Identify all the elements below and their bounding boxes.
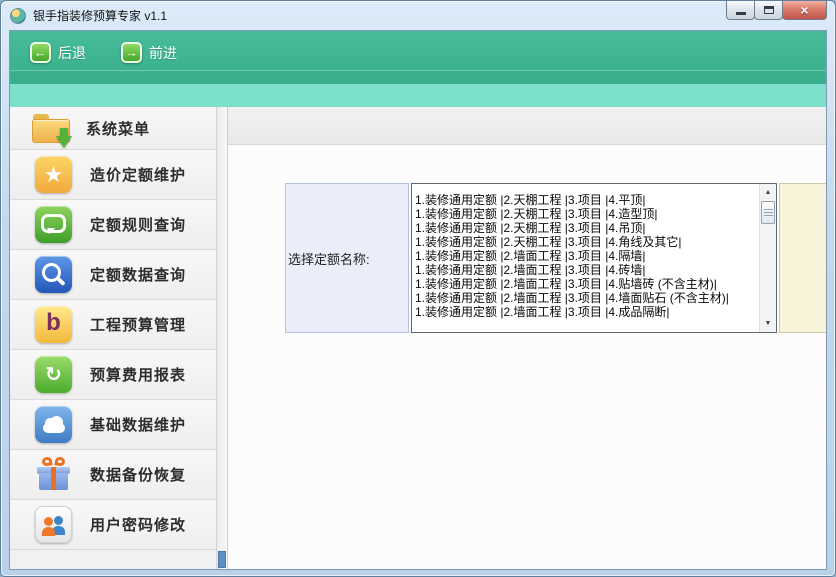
forward-button-label: 前进 (149, 43, 177, 63)
sidebar-item-project-budget[interactable]: b 工程预算管理 (10, 300, 216, 350)
scroll-down-button[interactable]: ▼ (760, 316, 776, 331)
close-button[interactable]: × (782, 1, 827, 20)
star-icon: ★ (35, 156, 72, 193)
titlebar: 银手指装修预算专家 v1.1 × (1, 1, 835, 30)
back-button[interactable]: ← 后退 (30, 42, 86, 63)
app-body: 系统菜单 ★ 造价定额维护 定额规则查询 定额数据查询 b 工程预算管理 (10, 107, 826, 569)
search-icon (35, 256, 72, 293)
app-client-area: ← 后退 → 前进 系统菜单 ★ 造价定额维护 (9, 30, 827, 570)
sidebar-item-backup-restore[interactable]: 数据备份恢复 (10, 450, 216, 500)
quota-name-label: 选择定额名称: (288, 249, 370, 268)
cream-side-panel (779, 183, 826, 333)
sidebar-header-system-menu[interactable]: 系统菜单 (10, 107, 216, 150)
list-item[interactable]: 1.装修通用定额 |2.墙面工程 |3.项目 |4.隔墙| (415, 249, 758, 263)
sidebar-header-label: 系统菜单 (86, 118, 150, 139)
quota-select-row: 选择定额名称: 1.装修通用定额 |2.天棚工程 |3.项目 |4.平顶| 1.… (285, 183, 826, 333)
sidebar-item-quota-maintenance[interactable]: ★ 造价定额维护 (10, 150, 216, 200)
sidebar-item-quota-data-query[interactable]: 定额数据查询 (10, 250, 216, 300)
list-item[interactable]: 1.装修通用定额 |2.墙面工程 |3.项目 |4.砖墙| (415, 263, 758, 277)
folder-icon (32, 112, 72, 145)
list-item[interactable]: 1.装修通用定额 |2.天棚工程 |3.项目 |4.造型顶| (415, 207, 758, 221)
back-arrow-icon: ← (30, 42, 51, 63)
field-label-cell: 选择定额名称: (285, 183, 409, 333)
sidebar-item-budget-report[interactable]: ↻ 预算费用报表 (10, 350, 216, 400)
window-controls: × (727, 1, 827, 20)
sidebar-menu: 系统菜单 ★ 造价定额维护 定额规则查询 定额数据查询 b 工程预算管理 (10, 107, 216, 569)
close-icon: × (800, 2, 808, 18)
teal-accent-bar (10, 84, 826, 107)
main-area: 选择定额名称: 1.装修通用定额 |2.天棚工程 |3.项目 |4.平顶| 1.… (227, 107, 826, 569)
list-item[interactable]: 1.装修通用定额 |2.墙面工程 |3.项目 |4.贴墙砖 (不含主材)| (415, 277, 758, 291)
quota-list: 1.装修通用定额 |2.天棚工程 |3.项目 |4.平顶| 1.装修通用定额 |… (412, 184, 759, 332)
sidebar-scrollbar[interactable] (216, 107, 227, 569)
sidebar-item-change-password[interactable]: 用户密码修改 (10, 500, 216, 550)
scroll-thumb[interactable] (761, 201, 775, 224)
main-content: 选择定额名称: 1.装修通用定额 |2.天棚工程 |3.项目 |4.平顶| 1.… (228, 145, 826, 569)
minimize-icon (736, 12, 746, 15)
listbox-scrollbar[interactable]: ▲ ▼ (759, 184, 776, 332)
list-item[interactable]: 1.装修通用定额 |2.天棚工程 |3.项目 |4.平顶| (415, 193, 758, 207)
refresh-icon: ↻ (35, 356, 72, 393)
app-window: 银手指装修预算专家 v1.1 × ← 后退 → 前进 (0, 0, 836, 577)
back-button-label: 后退 (58, 43, 86, 63)
sidebar-item-quota-rules-query[interactable]: 定额规则查询 (10, 200, 216, 250)
navigation-toolbar: ← 后退 → 前进 (10, 31, 826, 84)
sidebar-scroll-thumb[interactable] (218, 551, 226, 568)
forward-button[interactable]: → 前进 (121, 42, 177, 63)
app-logo-icon (10, 8, 26, 24)
main-toolbar-strip (228, 107, 826, 145)
chat-bubble-icon (35, 206, 72, 243)
window-title: 银手指装修预算专家 v1.1 (33, 7, 167, 24)
forward-arrow-icon: → (121, 42, 142, 63)
maximize-button[interactable] (754, 1, 783, 20)
letter-b-icon: b (35, 306, 72, 343)
scroll-up-button[interactable]: ▲ (760, 185, 776, 200)
list-item[interactable]: 1.装修通用定额 |2.墙面工程 |3.项目 |4.墙面贴石 (不含主材)| (415, 291, 758, 305)
minimize-button[interactable] (726, 1, 755, 20)
maximize-icon (764, 6, 774, 14)
list-item[interactable]: 1.装修通用定额 |2.天棚工程 |3.项目 |4.吊顶| (415, 221, 758, 235)
gift-icon (35, 456, 72, 493)
sidebar-item-base-data[interactable]: 基础数据维护 (10, 400, 216, 450)
cloud-icon (35, 406, 72, 443)
quota-listbox[interactable]: 1.装修通用定额 |2.天棚工程 |3.项目 |4.平顶| 1.装修通用定额 |… (411, 183, 777, 333)
list-item[interactable]: 1.装修通用定额 |2.天棚工程 |3.项目 |4.角线及其它| (415, 235, 758, 249)
users-icon (35, 506, 72, 543)
list-item[interactable]: 1.装修通用定额 |2.墙面工程 |3.项目 |4.成品隔断| (415, 305, 758, 319)
